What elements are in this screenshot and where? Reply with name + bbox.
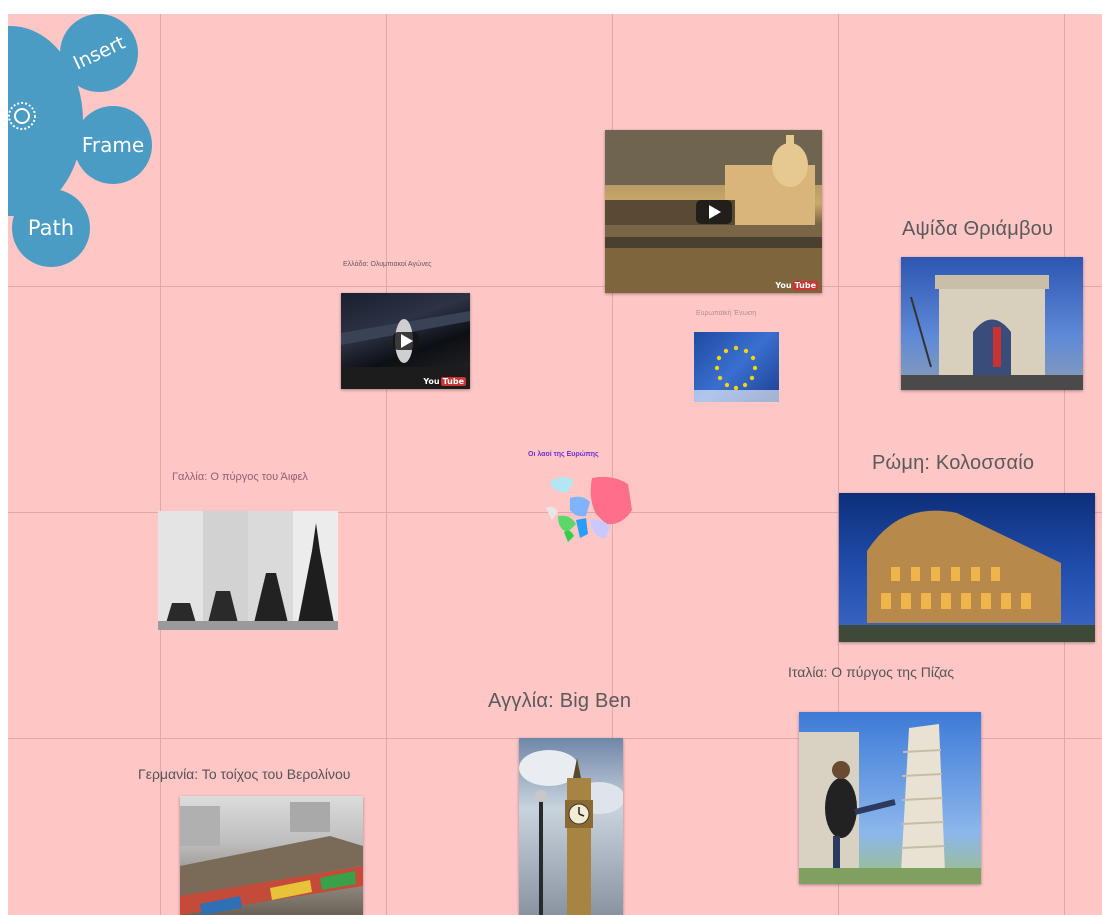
greece-caption: Ελλάδα: Ολυμπιακοί Αγώνες xyxy=(343,261,432,268)
eiffel-tower-image[interactable] xyxy=(158,511,338,630)
italy-caption: Ιταλία: Ο πύργος της Πίζας xyxy=(788,664,955,680)
zebra-icon xyxy=(8,102,36,130)
berlin-wall-photo xyxy=(180,802,363,915)
rome-caption: Ρώμη: Κολοσσαίο xyxy=(872,452,1035,474)
colosseum-image[interactable] xyxy=(839,493,1095,642)
insert-button[interactable]: Insert xyxy=(60,14,138,92)
eu-caption: Ευρωπαϊκή Ένωση xyxy=(696,310,757,317)
frame-label: Frame xyxy=(81,133,145,157)
eiffel-tower-photo xyxy=(158,511,338,630)
big-ben-image[interactable] xyxy=(519,738,623,915)
colosseum-photo xyxy=(839,510,1095,642)
insert-label: Insert xyxy=(69,31,129,75)
play-icon[interactable] xyxy=(392,332,419,350)
arc-de-triomphe-image[interactable] xyxy=(901,257,1083,390)
prezi-canvas[interactable]: Insert Frame Path Ελλάδα: Ολυμπιακοί Αγώ… xyxy=(8,14,1102,915)
berlin-wall-image[interactable] xyxy=(180,796,363,915)
rome-video[interactable]: You Tube xyxy=(605,130,822,293)
germany-caption: Γερμανία: Το τοίχος του Βερολίνου xyxy=(138,766,351,782)
big-ben-photo xyxy=(519,750,623,915)
olympics-video[interactable]: You Tube xyxy=(341,293,470,389)
arc-caption: Αψίδα Θριάμβου xyxy=(902,218,1054,240)
eu-flag-image[interactable] xyxy=(694,332,779,402)
france-caption: Γαλλία: Ο πύργος του Άιφελ xyxy=(172,471,308,483)
england-caption: Αγγλία: Big Ben xyxy=(488,690,632,712)
pisa-tower-photo xyxy=(799,724,981,884)
europe-map-image[interactable] xyxy=(540,468,636,544)
pisa-tower-image[interactable] xyxy=(799,712,981,884)
path-button[interactable]: Path xyxy=(12,189,90,267)
eu-stars xyxy=(694,345,779,402)
youtube-logo: You Tube xyxy=(775,281,818,290)
play-icon[interactable] xyxy=(695,199,732,224)
grid-line xyxy=(1064,14,1065,915)
europe-map xyxy=(546,476,632,542)
frame-button[interactable]: Frame xyxy=(74,106,152,184)
europe-map-title: Οι λαοί της Ευρώπης xyxy=(528,451,599,458)
arc-de-triomphe-photo xyxy=(901,275,1083,390)
youtube-logo: You Tube xyxy=(423,377,466,386)
path-label: Path xyxy=(27,216,75,240)
grid-line xyxy=(386,14,387,915)
